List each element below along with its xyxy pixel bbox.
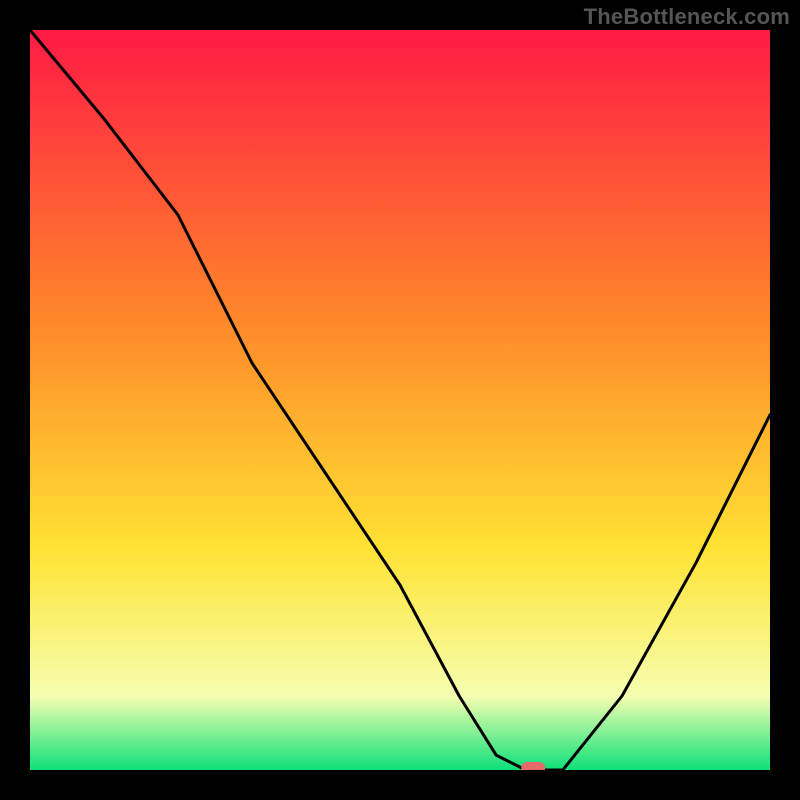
chart-frame: TheBottleneck.com bbox=[0, 0, 800, 800]
curve-layer bbox=[30, 30, 770, 770]
watermark-text: TheBottleneck.com bbox=[584, 4, 790, 30]
optimum-marker bbox=[521, 762, 545, 770]
plot-area bbox=[30, 30, 770, 770]
bottleneck-curve bbox=[30, 30, 770, 770]
